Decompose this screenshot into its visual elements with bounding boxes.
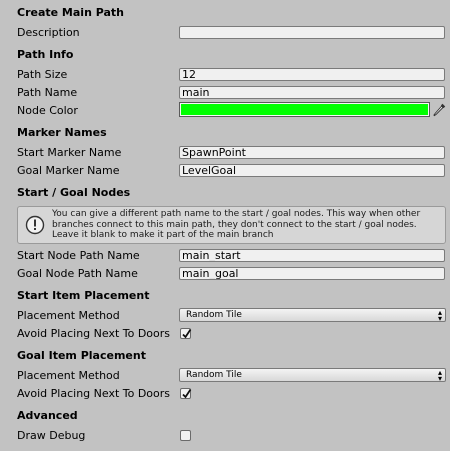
goal-node-path-name-field[interactable]: main_goal: [179, 267, 445, 280]
path-name-field[interactable]: main: [179, 86, 445, 99]
start-marker-name-label: Start Marker Name: [17, 146, 122, 159]
start-node-path-name-label: Start Node Path Name: [17, 249, 140, 262]
goal-placement-method-value: Random Tile: [186, 370, 242, 380]
goal-node-path-name-label: Goal Node Path Name: [17, 267, 138, 280]
start-placement-method-label: Placement Method: [17, 309, 120, 322]
section-path-info: Path Info: [17, 48, 74, 61]
section-goal-item-placement: Goal Item Placement: [17, 349, 146, 362]
path-size-field[interactable]: 12: [179, 68, 445, 81]
checkmark-icon: [182, 329, 192, 339]
start-placement-method-value: Random Tile: [186, 310, 242, 320]
path-name-label: Path Name: [17, 86, 78, 99]
checkmark-icon: [182, 389, 192, 399]
info-icon: [25, 215, 45, 235]
node-color-label: Node Color: [17, 104, 78, 117]
section-start-goal-nodes: Start / Goal Nodes: [17, 186, 131, 199]
start-node-path-name-field[interactable]: main_start: [179, 249, 445, 262]
node-color-field[interactable]: [179, 102, 430, 117]
goal-placement-method-dropdown[interactable]: Random Tile ▴ ▾: [179, 368, 446, 383]
start-avoid-doors-checkbox[interactable]: [180, 328, 192, 339]
draw-debug-checkbox[interactable]: [180, 430, 191, 441]
goal-avoid-doors-label: Avoid Placing Next To Doors: [17, 387, 171, 400]
dropdown-arrows-icon: ▴ ▾: [437, 308, 442, 323]
start-placement-method-dropdown[interactable]: Random Tile ▴ ▾: [179, 308, 446, 323]
section-create-main-path: Create Main Path: [17, 6, 125, 19]
section-advanced: Advanced: [17, 409, 78, 422]
description-field[interactable]: [179, 26, 445, 39]
start-marker-name-field[interactable]: SpawnPoint: [179, 146, 445, 159]
start-avoid-doors-label: Avoid Placing Next To Doors: [17, 327, 171, 340]
path-size-label: Path Size: [17, 68, 68, 81]
goal-avoid-doors-checkbox[interactable]: [180, 388, 192, 399]
help-box: You can give a different path name to th…: [17, 206, 446, 244]
goal-placement-method-label: Placement Method: [17, 369, 120, 382]
description-label: Description: [17, 26, 80, 39]
goal-marker-name-label: Goal Marker Name: [17, 164, 120, 177]
dropdown-arrows-icon: ▴ ▾: [437, 368, 442, 383]
section-start-item-placement: Start Item Placement: [17, 289, 150, 302]
draw-debug-label: Draw Debug: [17, 429, 86, 442]
goal-marker-name-field[interactable]: LevelGoal: [179, 164, 445, 177]
node-color-swatch: [181, 104, 428, 115]
section-marker-names: Marker Names: [17, 126, 107, 139]
inspector-panel: Create Main Path Description Path Info P…: [0, 0, 450, 451]
help-text: You can give a different path name to th…: [52, 209, 421, 240]
eyedropper-icon[interactable]: [433, 103, 446, 117]
